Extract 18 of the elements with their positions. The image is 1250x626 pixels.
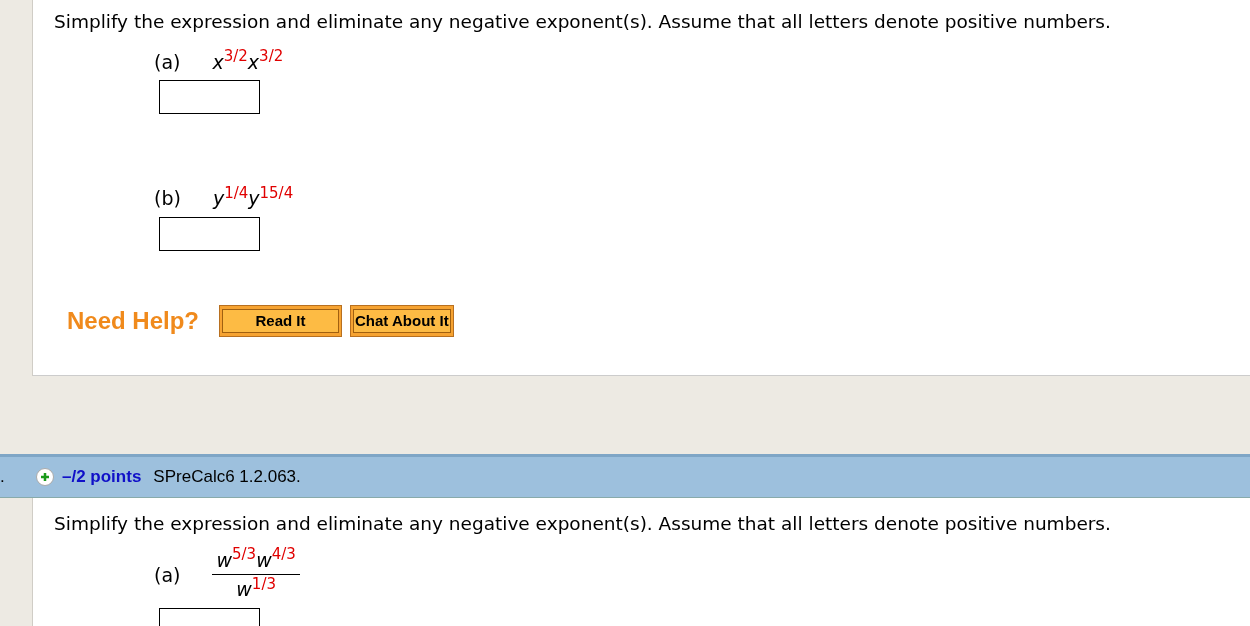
add-icon[interactable]	[36, 468, 54, 486]
help-button[interactable]: Read It	[219, 304, 343, 337]
points-link[interactable]: –/2 points	[62, 464, 142, 490]
part-label: (a)	[154, 562, 181, 588]
question-instruction: Simplify the expression and eliminate any negative exponent(s). Assume that all letters denote positive numbers.	[54, 512, 1112, 536]
help-button[interactable]: Chat About It	[350, 304, 454, 337]
math-expression: x$^{3/2}$x$^{3/2}$	[212, 47, 284, 75]
question-instruction: Simplify the expression and eliminate any negative exponent(s). Assume that all letters denote positive numbers.	[54, 10, 1112, 34]
math-expression: w$^{5/3}$w$^{4/3}$	[216, 548, 296, 571]
math-expression: w$^{1/3}$	[236, 578, 276, 601]
part-label: (b)	[154, 186, 181, 212]
math-expression: y$^{1/4}$y$^{15/4}$	[212, 184, 294, 212]
answer-field[interactable]	[159, 80, 260, 115]
need-help-label: Need Help?	[67, 305, 200, 336]
question-source: SPreCalc6 1.2.063.	[153, 466, 301, 489]
question-number: .	[0, 466, 6, 489]
part-label: (a)	[154, 49, 181, 75]
answer-field[interactable]	[159, 216, 260, 251]
